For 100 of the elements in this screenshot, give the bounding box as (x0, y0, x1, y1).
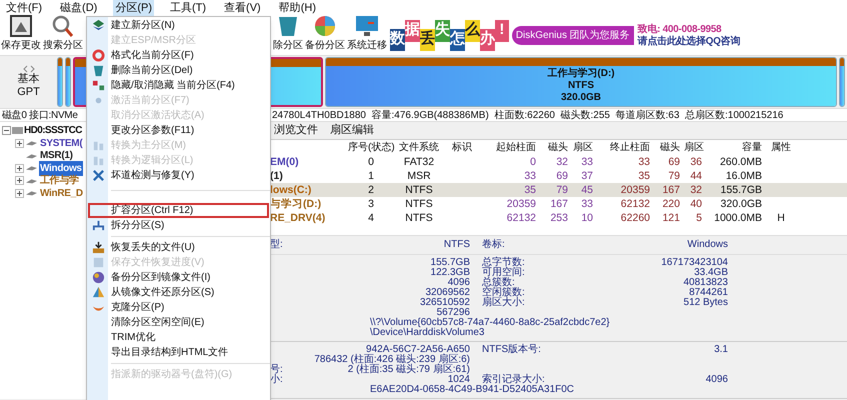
menu-item[interactable]: 分区(P) (113, 0, 154, 16)
table-cell-text: 35 (523, 182, 537, 198)
table-cell-text: (1) (270, 168, 284, 184)
partition-label: NTFS (568, 80, 594, 92)
menu-item[interactable]: 格式化当前分区(F) (88, 48, 269, 63)
table-cell-text: 121 (661, 210, 681, 226)
table-cell-text: 62132 (506, 210, 537, 226)
table-cell-text: 33 (580, 196, 594, 212)
table-cell-text: 33 (523, 168, 537, 184)
table-row[interactable]: 与学习(D:) 3 NTFS 20359 167 33 62132 220 40 320.0GB (270, 196, 847, 210)
toolbar-button[interactable]: 备份分区 (304, 14, 346, 55)
banner-link: 请点击此处选择QQ咨询 (638, 36, 740, 48)
partition-block[interactable] (65, 57, 71, 107)
partition-icon (26, 165, 37, 172)
download-icon (92, 241, 105, 254)
menu-item[interactable]: 查看(V) (222, 0, 263, 16)
partition-label: 工作与学习(D:) (547, 68, 615, 80)
color-wheel-icon (312, 14, 338, 38)
detail-value: 786432 (柱面:426 磁头:239 扇区:6) (314, 355, 470, 365)
menu-item[interactable]: 拆分分区(S) (88, 218, 269, 233)
tree-item[interactable]: SYSTEM( (39, 136, 84, 151)
menu-item[interactable]: 建立新分区(N) (88, 18, 269, 33)
tools-icon (92, 169, 105, 182)
tree-item[interactable]: WinRE_D (39, 186, 84, 201)
tab[interactable]: 扇区编辑 (328, 122, 376, 138)
menu-item[interactable]: 清除分区空闲空间(E) (88, 315, 269, 330)
toolbar-button[interactable]: 搜索分区 (42, 14, 84, 55)
detail-value: 122.3GB (430, 268, 470, 278)
tree-item[interactable]: Windows (39, 160, 83, 176)
detail-value: Windows (686, 240, 728, 250)
detail-value: \Device\HarddiskVolume3 (369, 328, 484, 338)
table-cell-text: NTFS (404, 182, 434, 198)
expand-toggle[interactable] (15, 138, 24, 148)
detail-label: NTFS版本号: (481, 345, 542, 355)
tab[interactable]: 浏览文件 (272, 122, 320, 138)
detail-value: 167173423104 (660, 258, 728, 268)
table-cell-text: 155.7GB (720, 182, 763, 198)
toolbar-button[interactable]: 系统迁移 (346, 14, 388, 55)
table-cell-text: 0 (529, 154, 537, 170)
column-header[interactable]: 扇区 (684, 140, 706, 154)
menu-item[interactable]: 工具(T) (168, 0, 208, 16)
menu-item[interactable]: 删除当前分区(Del) (88, 63, 269, 78)
column-header[interactable]: 起始柱面 (480, 140, 540, 154)
column-header[interactable]: 扇区 (572, 140, 597, 154)
table-cell-text: 16.0MB (724, 168, 763, 184)
disk-info: 磁盘0 接口:NVMe (2, 108, 78, 122)
table-cell-text: NTFS (404, 196, 434, 212)
menu-item[interactable]: 坏道检测与修复(Y) (88, 168, 269, 183)
expand-toggle[interactable] (15, 164, 24, 173)
column-header[interactable]: 容量 (706, 140, 766, 154)
toolbar-button[interactable]: 除分区 (272, 14, 304, 55)
detail-label: 可用空间: (481, 268, 526, 278)
toolbar-button[interactable]: 保存更改 (0, 14, 42, 55)
menu-item[interactable]: 磁盘(D) (58, 0, 100, 16)
tree-item[interactable]: MSR(1) (39, 148, 74, 164)
detail-value: 155.7GB (430, 258, 470, 268)
column-header[interactable]: 终止柱面 (597, 140, 654, 154)
table-cell-text: 62260 (620, 210, 651, 226)
table-cell-text: 69 (667, 154, 681, 170)
menu-item[interactable]: 恢复丢失的文件(U) (88, 240, 269, 255)
detail-value: NTFS (444, 240, 470, 250)
globe-icon (92, 271, 105, 284)
detail-value: 4096 (448, 278, 470, 288)
expand-toggle[interactable] (15, 188, 24, 198)
menu-item[interactable]: 克隆分区(P) (88, 300, 269, 315)
banner-character: ! (495, 20, 509, 42)
column-header[interactable]: 磁头 (540, 140, 572, 154)
column-header[interactable]: 序号(状态) (348, 140, 394, 154)
table-row[interactable]: RE_DRV(4) 4 NTFS 62132 253 10 62260 121 5 1000.0MB H (270, 210, 847, 224)
column-header[interactable]: 文件系统 (394, 140, 444, 154)
tree-item[interactable]: HD0:SSSTCC (24, 123, 82, 138)
table-row[interactable]: EM(0) 0 FAT32 0 32 33 33 69 36 260.0MB (270, 154, 847, 168)
bin-icon (92, 64, 105, 77)
split-icon (92, 219, 105, 232)
menu-item[interactable]: 更改分区参数(F11) (88, 123, 269, 138)
nav-arrows-icon[interactable] (22, 65, 36, 73)
menu-item[interactable]: 隐藏/取消隐藏 当前分区(F4) (88, 78, 269, 93)
partition-block[interactable] (839, 57, 845, 107)
table-cell-text: 40 (689, 196, 703, 212)
collapse-toggle[interactable] (2, 126, 11, 135)
menu-item[interactable]: 文件(F) (4, 0, 44, 16)
menu-item[interactable]: 导出目录结构到HTML文件 (88, 345, 269, 360)
banner-character: 数 (390, 28, 405, 50)
tree-item[interactable]: 工作与学 (39, 173, 80, 188)
column-header[interactable]: 属性 (766, 140, 796, 154)
table-cell-text: lows(C:) (270, 182, 312, 198)
menu-item[interactable]: 备份分区到镜像文件(I) (88, 270, 269, 285)
menu-item[interactable]: 帮助(H) (276, 0, 318, 16)
table-cell-text: 2 (367, 182, 375, 198)
column-header[interactable]: 磁头 (654, 140, 684, 154)
detail-value: 567296 (436, 308, 470, 318)
table-row[interactable]: lows(C:) 2 NTFS 35 79 45 20359 167 32 155.7GB (270, 182, 847, 196)
column-header[interactable]: 标识 (444, 140, 480, 154)
menu-item[interactable]: TRIM优化 (88, 330, 269, 345)
expand-toggle[interactable] (15, 176, 24, 186)
partition-block[interactable] (57, 57, 63, 107)
menu-item[interactable]: 扩容分区(Ctrl F12) (88, 203, 269, 218)
partition-block[interactable]: 工作与学习(D:) NTFS 320.0GB (325, 57, 837, 107)
menu-item[interactable]: 从镜像文件还原分区(S) (88, 285, 269, 300)
table-row[interactable]: (1) 1 MSR 33 69 37 35 79 44 16.0MB (270, 168, 847, 182)
